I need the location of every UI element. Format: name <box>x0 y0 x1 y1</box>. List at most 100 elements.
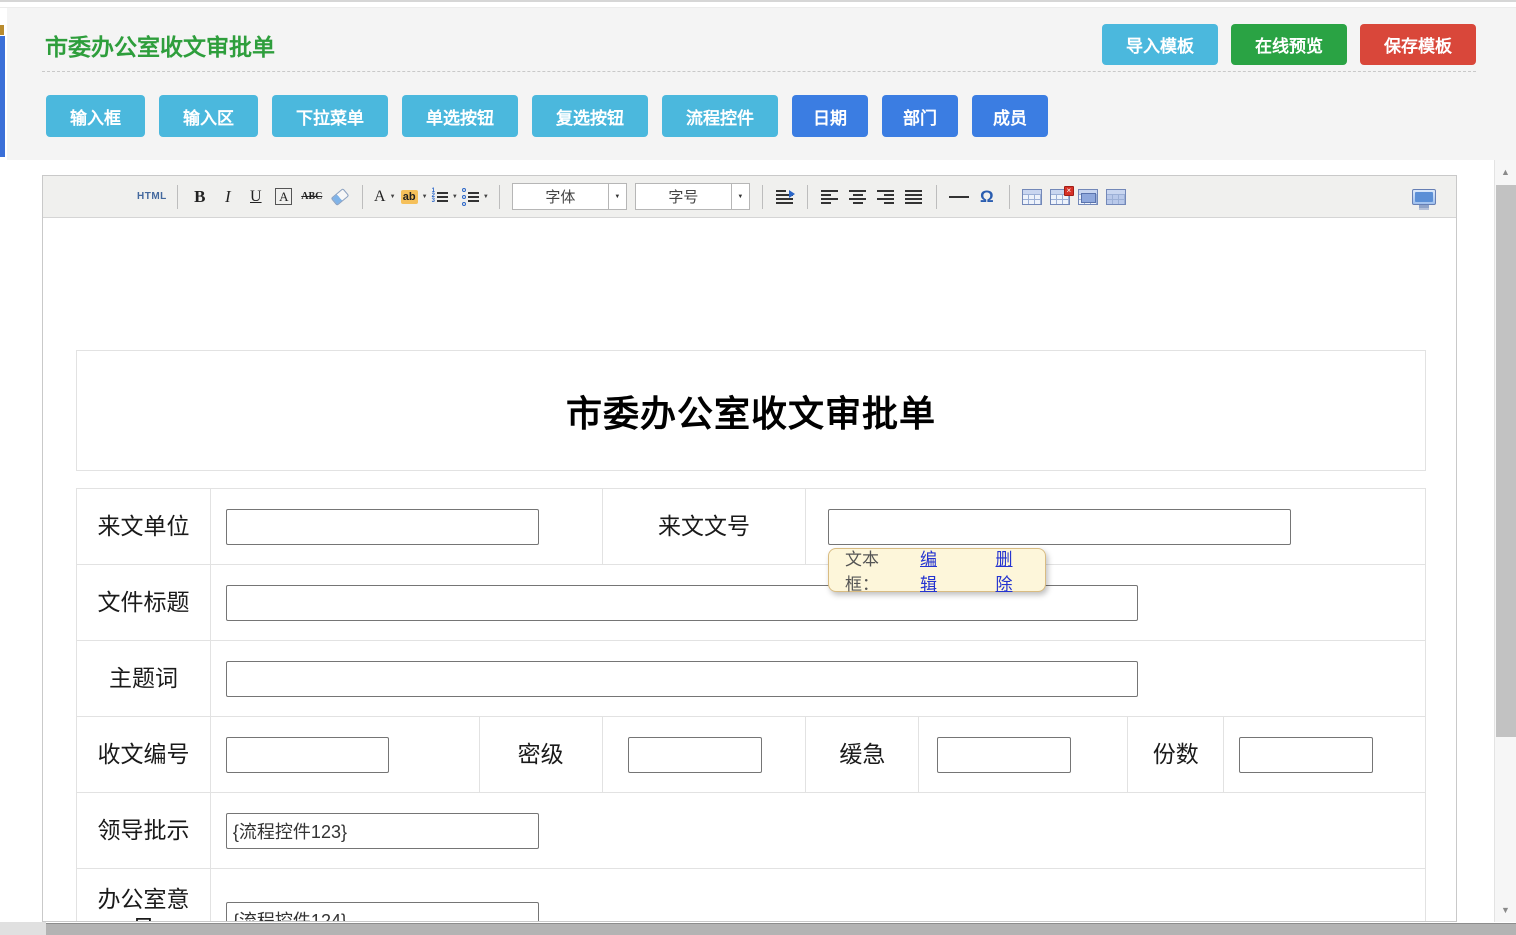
leader-instructions-input[interactable] <box>226 813 539 849</box>
incoming-doc-number-input[interactable] <box>828 509 1291 545</box>
table-row: 收文编号 密级 缓急 份数 <box>77 717 1426 793</box>
label-cell: 主题词 <box>77 641 211 717</box>
chevron-down-icon[interactable]: ▼ <box>609 183 627 210</box>
input-cell <box>603 717 807 793</box>
cell-properties-icon[interactable] <box>1076 183 1100 211</box>
highlight-color-icon[interactable]: ab ▼ <box>401 183 428 211</box>
widget-department-button[interactable]: 部门 <box>882 95 958 137</box>
import-template-button[interactable]: 导入模板 <box>1102 24 1218 65</box>
widget-member-button[interactable]: 成员 <box>972 95 1048 137</box>
subject-words-input[interactable] <box>226 661 1138 697</box>
input-cell <box>919 717 1128 793</box>
horizontal-rule-icon[interactable] <box>947 183 971 211</box>
label-cell: 缓急 <box>806 717 919 793</box>
online-preview-button[interactable]: 在线预览 <box>1231 24 1347 65</box>
red-x-badge: × <box>1064 186 1074 196</box>
widget-input-box-button[interactable]: 输入框 <box>46 95 145 137</box>
tooltip-label: 文本框： <box>845 545 912 595</box>
secrecy-level-input[interactable] <box>628 737 762 773</box>
save-template-button[interactable]: 保存模板 <box>1360 24 1476 65</box>
align-justify-icon[interactable] <box>902 183 926 211</box>
label-cell: 密级 <box>480 717 603 793</box>
bold-icon[interactable]: B <box>188 183 212 211</box>
widget-toolbar: 输入框 输入区 下拉菜单 单选按钮 复选按钮 流程控件 日期 部门 成员 <box>46 95 1048 137</box>
vertical-scrollbar[interactable]: ▲ ▼ <box>1494 160 1516 922</box>
widget-checkbox-button[interactable]: 复选按钮 <box>532 95 648 137</box>
table-row: 来文单位 来文文号 <box>77 489 1426 565</box>
scroll-down-arrow-icon[interactable]: ▼ <box>1495 900 1516 920</box>
toolbar-separator <box>1009 185 1010 209</box>
dashed-divider <box>42 71 1476 72</box>
input-cell <box>1224 717 1426 793</box>
font-family-select[interactable]: 字体 ▼ <box>512 183 627 210</box>
window-top-border <box>0 0 1516 2</box>
office-opinion-input[interactable] <box>226 902 539 921</box>
editor-toolbar: HTML B I U A ABC A ▼ ab ▼ 123 ▼ <box>43 176 1456 218</box>
window-bottom-edge-left <box>0 922 46 935</box>
table-row: 领导批示 <box>77 793 1426 869</box>
label-cell: 收文编号 <box>77 717 211 793</box>
incoming-unit-input[interactable] <box>226 509 539 545</box>
source-code-icon[interactable]: HTML <box>137 183 167 211</box>
input-cell <box>211 565 1426 641</box>
chevron-down-icon: ▼ <box>483 194 489 200</box>
widget-date-button[interactable]: 日期 <box>792 95 868 137</box>
background-window-edge-gold <box>0 25 4 35</box>
special-character-icon[interactable]: Ω <box>975 183 999 211</box>
strikethrough-icon[interactable]: ABC <box>300 183 324 211</box>
toolbar-separator <box>177 185 178 209</box>
align-right-icon[interactable] <box>874 183 898 211</box>
delete-link[interactable]: 删除 <box>996 545 1030 595</box>
label-cell: 来文文号 <box>603 489 807 565</box>
ordered-list-icon[interactable]: 123 ▼ <box>432 183 458 211</box>
widget-dropdown-button[interactable]: 下拉菜单 <box>272 95 388 137</box>
urgency-input[interactable] <box>937 737 1071 773</box>
scrollbar-thumb[interactable] <box>1496 185 1516 737</box>
table-row: 文件标题 <box>77 565 1426 641</box>
align-center-icon[interactable] <box>846 183 870 211</box>
insert-table-icon[interactable] <box>1020 183 1044 211</box>
toolbar-separator <box>936 185 937 209</box>
font-size-select[interactable]: 字号 ▼ <box>635 183 750 210</box>
page-header: 市委办公室收文审批单 导入模板 在线预览 保存模板 输入框 输入区 下拉菜单 单… <box>7 8 1516 160</box>
header-actions: 导入模板 在线预览 保存模板 <box>1102 24 1476 65</box>
widget-flow-control-button[interactable]: 流程控件 <box>662 95 778 137</box>
document-title-block: 市委办公室收文审批单 <box>76 350 1426 471</box>
label-cell: 来文单位 <box>77 489 211 565</box>
table-row: 办公室意见 <box>77 869 1426 921</box>
font-style-icon[interactable]: A <box>272 183 296 211</box>
document-title: 市委办公室收文审批单 <box>566 385 936 437</box>
toolbar-separator <box>762 185 763 209</box>
widget-edit-tooltip: 文本框： 编辑 删除 <box>828 548 1046 592</box>
background-window-edge-blue <box>0 36 5 157</box>
unordered-list-icon[interactable]: ▼ <box>462 183 489 211</box>
table-row: 主题词 <box>77 641 1426 717</box>
editor-content-area[interactable]: 市委办公室收文审批单 来文单位 来文文号 文件标题 主题词 <box>43 218 1456 921</box>
remove-format-eraser-icon[interactable] <box>328 183 352 211</box>
toolbar-separator <box>362 185 363 209</box>
fullscreen-icon[interactable] <box>1412 183 1436 211</box>
chevron-down-icon: ▼ <box>390 194 396 200</box>
indent-icon[interactable] <box>773 183 797 211</box>
rich-text-editor: HTML B I U A ABC A ▼ ab ▼ 123 ▼ <box>42 175 1457 922</box>
receipt-number-input[interactable] <box>226 737 389 773</box>
widget-radio-button[interactable]: 单选按钮 <box>402 95 518 137</box>
widget-textarea-button[interactable]: 输入区 <box>159 95 258 137</box>
toolbar-separator <box>807 185 808 209</box>
window-bottom-edge <box>0 923 1516 935</box>
font-color-icon[interactable]: A ▼ <box>373 183 397 211</box>
align-left-icon[interactable] <box>818 183 842 211</box>
form-table: 来文单位 来文文号 文件标题 主题词 <box>76 488 1426 921</box>
chevron-down-icon: ▼ <box>452 194 458 200</box>
edit-link[interactable]: 编辑 <box>920 545 954 595</box>
scroll-up-arrow-icon[interactable]: ▲ <box>1495 162 1516 182</box>
input-cell <box>211 641 1426 717</box>
table-properties-icon[interactable] <box>1104 183 1128 211</box>
chevron-down-icon[interactable]: ▼ <box>732 183 750 210</box>
italic-icon[interactable]: I <box>216 183 240 211</box>
input-cell <box>211 717 480 793</box>
underline-icon[interactable]: U <box>244 183 268 211</box>
input-cell <box>211 793 1426 869</box>
delete-table-icon[interactable]: × <box>1048 183 1072 211</box>
copies-count-input[interactable] <box>1239 737 1373 773</box>
